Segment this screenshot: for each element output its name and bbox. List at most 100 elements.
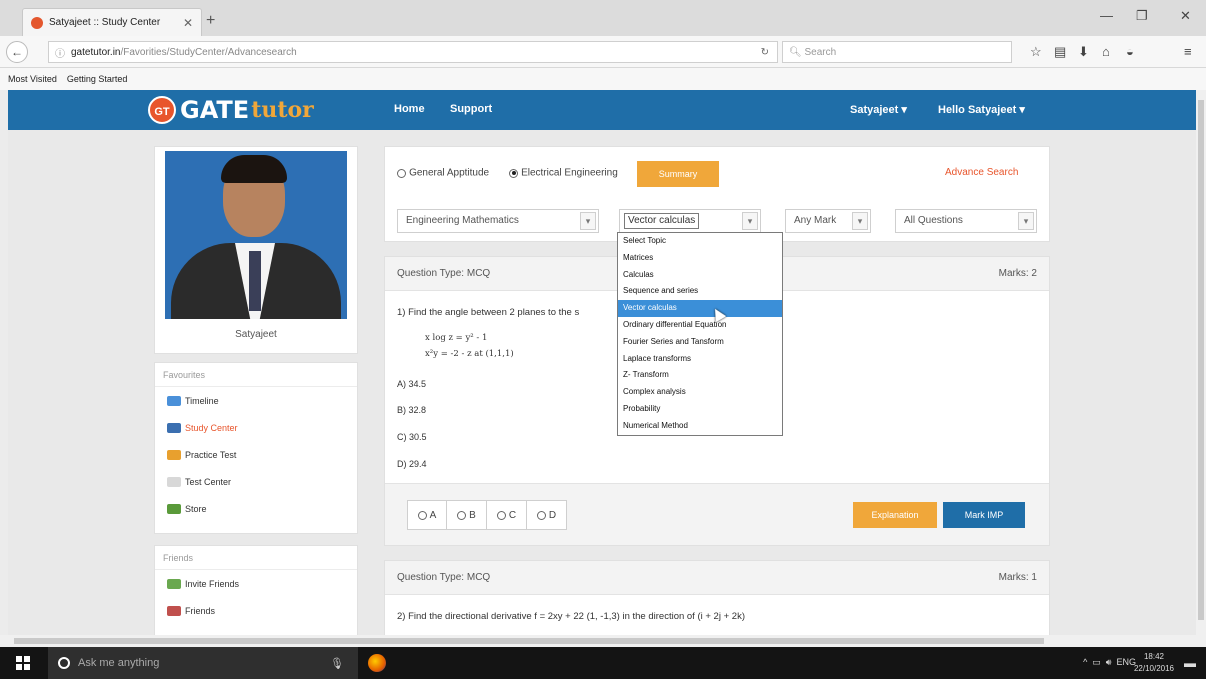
radio-button[interactable] bbox=[509, 168, 518, 178]
system-clock[interactable]: 18:42 22/10/2016 bbox=[1134, 651, 1174, 675]
radio-button[interactable] bbox=[417, 510, 427, 520]
explanation-button[interactable]: Explanation bbox=[853, 502, 937, 528]
site-logo[interactable]: GT GATE tutor bbox=[148, 96, 314, 124]
bookmark-most-visited[interactable]: Most Visited bbox=[8, 74, 57, 84]
sidebar-item-invite-friends[interactable]: Invite Friends bbox=[155, 570, 357, 597]
radio-button[interactable] bbox=[397, 168, 406, 178]
radio-label: Electrical Engineering bbox=[521, 167, 618, 179]
browser-tab-bar: Satyajeet :: Study Center ✕ + — ❐ ✕ bbox=[0, 0, 1206, 36]
close-tab-icon[interactable]: ✕ bbox=[183, 16, 193, 30]
sidebar-item-friends[interactable]: Friends bbox=[155, 597, 357, 624]
scrollbar-thumb[interactable] bbox=[1198, 100, 1204, 620]
topic-option-selected[interactable]: Vector calculas bbox=[618, 300, 782, 317]
sidebar-item-label: Study Center bbox=[185, 422, 238, 433]
back-arrow-icon[interactable]: ← bbox=[6, 41, 28, 63]
topic-select[interactable]: Vector calculas ▾ bbox=[619, 209, 761, 233]
answer-a-button[interactable]: A bbox=[407, 500, 447, 530]
browser-tab[interactable]: Satyajeet :: Study Center ✕ bbox=[22, 8, 202, 36]
profile-photo[interactable] bbox=[165, 151, 347, 319]
study-center-icon bbox=[167, 422, 181, 433]
cortana-search-box[interactable]: Ask me anything 🎙︎ bbox=[48, 647, 358, 679]
windows-taskbar: Ask me anything 🎙︎ ^ ▭ 🔊︎ ENG 18:42 22/1… bbox=[0, 647, 1206, 679]
close-window-icon[interactable]: ✕ bbox=[1180, 8, 1191, 24]
chevron-down-icon: ▾ bbox=[852, 212, 868, 230]
topic-option[interactable]: Sequence and series bbox=[618, 283, 782, 300]
home-icon[interactable]: ⌂ bbox=[1102, 44, 1110, 59]
questions-select-value: All Questions bbox=[904, 215, 963, 226]
practice-test-icon bbox=[167, 449, 181, 460]
question-text: 2) Find the directional derivative f = 2… bbox=[397, 611, 745, 622]
radio-general-aptitude[interactable]: General Apptitude bbox=[397, 167, 489, 179]
answer-c-button[interactable]: C bbox=[487, 500, 527, 530]
notification-icon[interactable]: ▬ bbox=[1184, 656, 1196, 670]
topic-option[interactable]: Z- Transform bbox=[618, 367, 782, 384]
sidebar-item-label: Test Center bbox=[185, 476, 232, 487]
radio-button[interactable] bbox=[496, 510, 506, 520]
mark-select[interactable]: Any Mark ▾ bbox=[785, 209, 871, 233]
address-bar[interactable]: ⓘ gatetutor.in /Favorities/StudyCenter/A… bbox=[48, 41, 778, 63]
restore-icon[interactable]: ❐ bbox=[1136, 8, 1148, 24]
radio-button[interactable] bbox=[457, 510, 467, 520]
answer-d-button[interactable]: D bbox=[527, 500, 567, 530]
topic-dropdown-list[interactable]: Select Topic Matrices Calculas Sequence … bbox=[617, 232, 783, 436]
firefox-icon[interactable] bbox=[368, 654, 386, 672]
sidebar-item-timeline[interactable]: Timeline bbox=[155, 387, 357, 414]
topic-option[interactable]: Calculas bbox=[618, 267, 782, 284]
user-menu[interactable]: Satyajeet ▾ bbox=[850, 103, 907, 116]
logo-tutor-text: tutor bbox=[251, 97, 314, 123]
topic-option[interactable]: Numerical Method bbox=[618, 418, 782, 435]
topic-option[interactable]: Select Topic bbox=[618, 233, 782, 250]
browser-search-input[interactable]: 🔍︎ Search bbox=[782, 41, 1012, 63]
friends-panel: Friends Invite Friends Friends bbox=[154, 545, 358, 635]
radio-button[interactable] bbox=[536, 510, 546, 520]
mark-imp-button[interactable]: Mark IMP bbox=[943, 502, 1025, 528]
profile-name: Satyajeet bbox=[235, 329, 277, 340]
radio-electrical-engineering[interactable]: Electrical Engineering bbox=[509, 167, 618, 179]
info-icon[interactable]: ⓘ bbox=[55, 45, 65, 60]
questions-select[interactable]: All Questions ▾ bbox=[895, 209, 1037, 233]
chevron-down-icon: ▾ bbox=[580, 212, 596, 230]
sidebar-item-practice-test[interactable]: Practice Test bbox=[155, 441, 357, 468]
sidebar-item-test-center[interactable]: Test Center bbox=[155, 468, 357, 495]
windows-start-icon[interactable] bbox=[16, 656, 30, 670]
topic-option[interactable]: Complex analysis bbox=[618, 384, 782, 401]
page-viewport: GT GATE tutor Home Support Satyajeet ▾ H… bbox=[8, 90, 1196, 635]
favourites-heading: Favourites bbox=[155, 363, 357, 387]
advance-search-link[interactable]: Advance Search bbox=[945, 167, 1018, 178]
topic-option[interactable]: Ordinary differential Equation bbox=[618, 317, 782, 334]
nav-support[interactable]: Support bbox=[450, 103, 492, 115]
subject-select[interactable]: Engineering Mathematics ▾ bbox=[397, 209, 599, 233]
sidebar-item-store[interactable]: Store bbox=[155, 495, 357, 522]
browser-nav-bar: ← ⓘ gatetutor.in /Favorities/StudyCenter… bbox=[0, 36, 1206, 68]
menu-icon[interactable]: ≡ bbox=[1184, 44, 1192, 59]
horizontal-scrollbar[interactable] bbox=[0, 635, 1206, 647]
answer-b-button[interactable]: B bbox=[447, 500, 487, 530]
bookmark-getting-started[interactable]: Getting Started bbox=[67, 74, 128, 84]
nav-home[interactable]: Home bbox=[394, 103, 425, 115]
scrollbar-thumb[interactable] bbox=[14, 638, 1044, 644]
topic-option[interactable]: Laplace transforms bbox=[618, 351, 782, 368]
download-icon[interactable]: ⬇ bbox=[1078, 44, 1089, 60]
hello-user-menu[interactable]: Hello Satyajeet ▾ bbox=[938, 103, 1025, 116]
reading-list-icon[interactable]: ▤ bbox=[1054, 44, 1066, 60]
sidebar-item-study-center[interactable]: Study Center bbox=[155, 414, 357, 441]
pocket-icon[interactable]: ◒ bbox=[1126, 44, 1134, 59]
topic-option[interactable]: Matrices bbox=[618, 250, 782, 267]
store-icon bbox=[167, 503, 181, 514]
topic-select-value: Vector calculas bbox=[624, 213, 700, 229]
minimize-icon[interactable]: — bbox=[1100, 8, 1113, 23]
microphone-icon[interactable]: 🎙︎ bbox=[330, 657, 344, 670]
topic-option[interactable]: Fourier Series and Tansform bbox=[618, 334, 782, 351]
hello-user-menu-label: Hello Satyajeet bbox=[938, 104, 1017, 116]
summary-button[interactable]: Summary bbox=[637, 161, 719, 187]
favourites-panel: Favourites Timeline Study Center Practic… bbox=[154, 362, 358, 534]
answer-label: D bbox=[548, 509, 557, 521]
tab-title: Satyajeet :: Study Center bbox=[49, 17, 161, 28]
topic-option[interactable]: Probability bbox=[618, 401, 782, 418]
reload-icon[interactable]: ↻ bbox=[761, 47, 769, 58]
question-marks: Marks: 2 bbox=[998, 268, 1037, 279]
new-tab-icon[interactable]: + bbox=[206, 12, 215, 30]
bookmark-star-icon[interactable]: ☆ bbox=[1030, 44, 1042, 60]
system-tray[interactable]: ^ ▭ 🔊︎ ENG bbox=[1083, 657, 1136, 668]
vertical-scrollbar[interactable] bbox=[1196, 90, 1206, 635]
